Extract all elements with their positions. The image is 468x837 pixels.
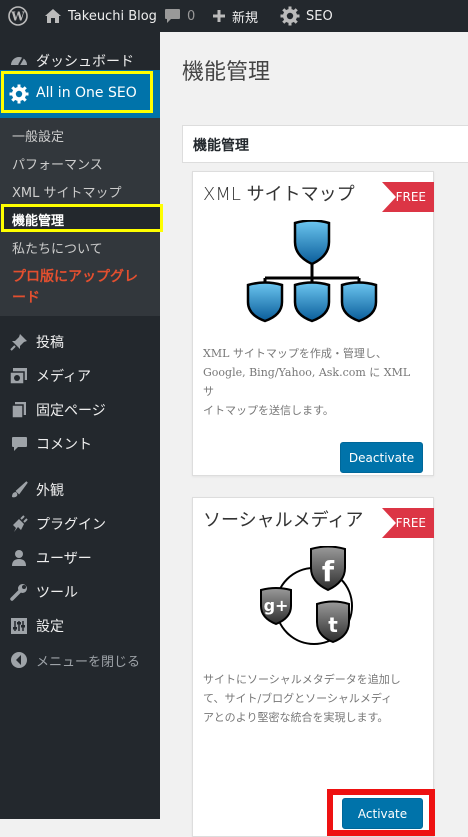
sitemap-icon xyxy=(245,219,379,324)
collapse-menu-button[interactable]: メニューを閉じる xyxy=(0,643,160,677)
dashboard-gauge-icon xyxy=(9,51,29,71)
new-content-link[interactable]: 新規 xyxy=(212,0,258,32)
paintbrush-icon xyxy=(9,480,29,500)
social-media-icon: f g+ t xyxy=(259,545,369,652)
menu-item-appearance[interactable]: 外観 xyxy=(0,473,160,507)
module-card-xml-sitemap: XML サイトマップ FREE XML サイトマップを作成・管理し、 Googl… xyxy=(192,171,434,476)
module-title: XML サイトマップ xyxy=(203,184,355,205)
wordpress-logo-icon[interactable]: W xyxy=(8,0,28,32)
svg-text:W: W xyxy=(10,10,25,24)
free-badge: FREE xyxy=(382,508,434,538)
menu-item-media[interactable]: メディア xyxy=(0,359,160,393)
panel-title: 機能管理 xyxy=(193,138,249,154)
submenu-item-about[interactable]: 私たちについて xyxy=(12,238,103,257)
admin-bar: W Takeuchi Blog 0 新規 SEO xyxy=(0,0,468,32)
wrench-icon xyxy=(9,582,29,602)
plus-icon xyxy=(213,10,225,22)
seo-label: SEO xyxy=(306,8,333,24)
svg-text:f: f xyxy=(322,555,335,588)
menu-item-tools[interactable]: ツール xyxy=(0,575,160,609)
pin-icon xyxy=(9,332,29,352)
submenu-item-upgrade-line2[interactable]: ード xyxy=(12,287,40,307)
submenu-item-general[interactable]: 一般設定 xyxy=(12,126,64,145)
aioseo-gear-icon xyxy=(9,84,29,104)
submenu-item-feature-manager[interactable]: 機能管理 xyxy=(12,210,64,229)
comment-icon xyxy=(9,434,29,454)
submenu-item-xml-sitemap[interactable]: XML サイトマップ xyxy=(12,182,122,201)
media-icon xyxy=(9,366,29,386)
activate-button[interactable]: Activate xyxy=(342,798,423,829)
module-title: ソーシャルメディア xyxy=(203,510,364,531)
site-name-link[interactable]: Takeuchi Blog xyxy=(44,0,157,32)
gear-icon xyxy=(280,6,300,26)
site-name: Takeuchi Blog xyxy=(68,8,157,24)
comment-bubble-icon xyxy=(165,9,180,23)
aioseo-label: All in One SEO xyxy=(36,85,137,101)
panel-header: 機能管理 xyxy=(182,125,468,163)
module-card-social-media: ソーシャルメディア FREE f g+ t サイトにソーシャルメタデータを追加し… xyxy=(192,497,435,837)
menu-item-pages[interactable]: 固定ページ xyxy=(0,393,160,427)
svg-text:g+: g+ xyxy=(264,596,289,615)
collapse-arrow-icon xyxy=(9,650,29,670)
module-description: サイトにソーシャルメタデータを追加し て、サイト/ブログとソーシャルメディ アと… xyxy=(203,673,401,724)
deactivate-button[interactable]: Deactivate xyxy=(340,442,423,473)
comments-count: 0 xyxy=(187,8,196,24)
menu-item-aioseo[interactable]: All in One SEO xyxy=(0,70,160,118)
new-label: 新規 xyxy=(232,10,259,26)
submenu-item-upgrade-line1[interactable]: プロ版にアップグレ xyxy=(12,266,138,286)
seo-menu-link[interactable]: SEO xyxy=(280,0,333,32)
menu-item-settings[interactable]: 設定 xyxy=(0,609,160,643)
menu-item-posts[interactable]: 投稿 xyxy=(0,325,160,359)
user-icon xyxy=(9,548,29,568)
menu-item-users[interactable]: ユーザー xyxy=(0,541,160,575)
page-title: 機能管理 xyxy=(182,60,271,85)
plugin-icon xyxy=(9,514,29,534)
pages-icon xyxy=(9,400,29,420)
svg-text:t: t xyxy=(328,613,338,637)
menu-item-plugins[interactable]: プラグイン xyxy=(0,507,160,541)
home-icon xyxy=(45,9,61,23)
submenu-item-performance[interactable]: パフォーマンス xyxy=(12,154,103,173)
settings-sliders-icon xyxy=(9,616,29,636)
module-description: XML サイトマップを作成・管理し、 Google, Bing/Yahoo, A… xyxy=(203,347,411,417)
main-content: 機能管理 機能管理 XML サイトマップ FREE XML サイトマップを作成・… xyxy=(160,32,468,837)
aioseo-submenu: 一般設定 パフォーマンス XML サイトマップ 機能管理 私たちについて プロ版… xyxy=(0,118,163,316)
free-badge: FREE xyxy=(382,182,434,212)
menu-item-comments[interactable]: コメント xyxy=(0,427,160,461)
admin-sidebar: ダッシュボード All in One SEO 一般設定 パフォーマンス XML … xyxy=(0,32,163,819)
comments-link[interactable]: 0 xyxy=(164,0,195,32)
